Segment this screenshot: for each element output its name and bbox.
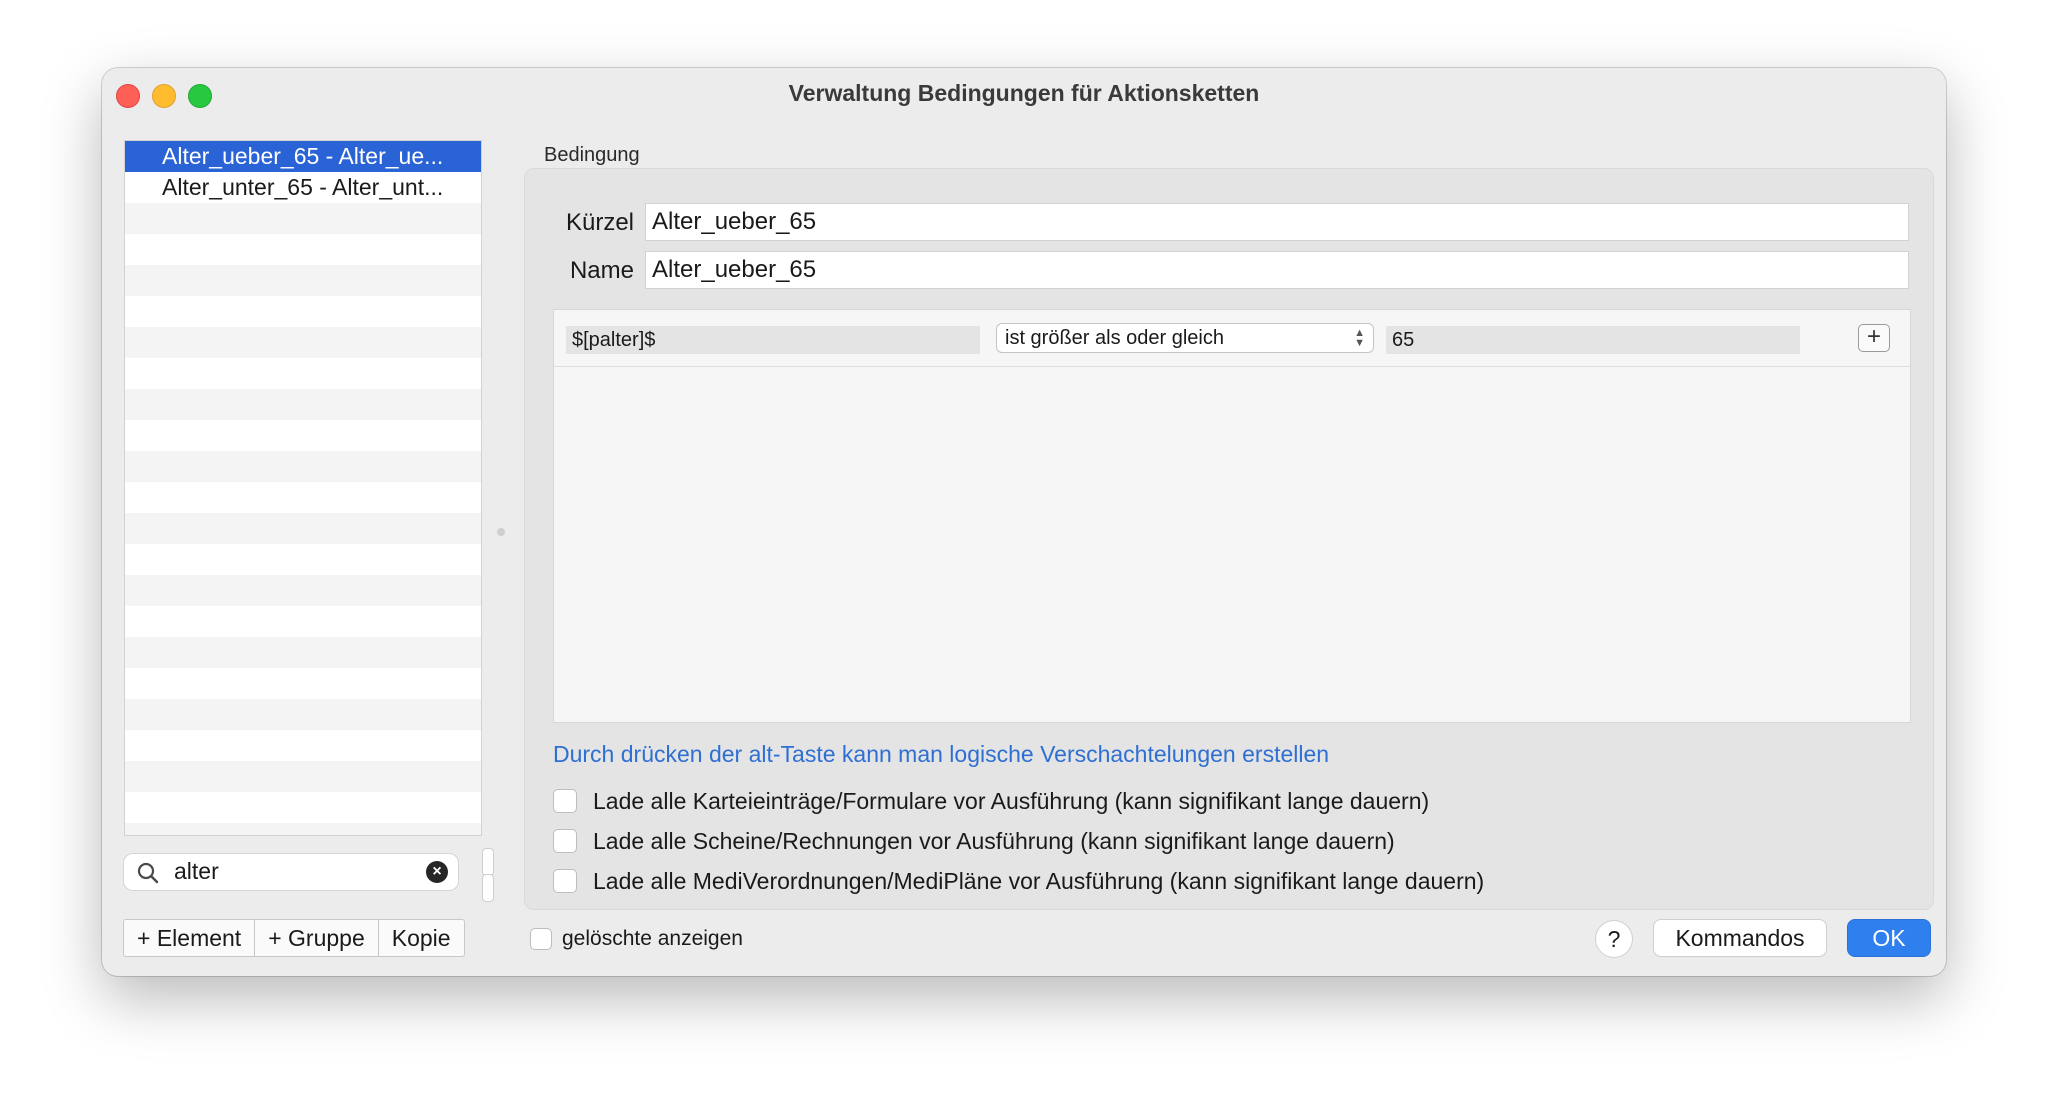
show-deleted-checkbox[interactable]	[530, 928, 552, 950]
empty-row	[125, 699, 481, 730]
checkbox[interactable]	[553, 869, 577, 893]
empty-row	[125, 575, 481, 606]
list-item[interactable]: Alter_ueber_65 - Alter_ue...	[125, 141, 481, 172]
kuerzel-label: Kürzel	[565, 209, 634, 236]
commands-button[interactable]: Kommandos	[1654, 920, 1826, 956]
empty-row	[125, 637, 481, 668]
option-label: Lade alle Karteieinträge/Formulare vor A…	[593, 788, 1430, 814]
operator-select[interactable]: ist größer als oder gleich ▲ ▼	[996, 323, 1374, 353]
group-label: Bedingung	[544, 144, 640, 166]
window-title: Verwaltung Bedingungen für Aktionsketten	[788, 80, 1260, 106]
empty-row	[125, 327, 481, 358]
list-item[interactable]: Alter_unter_65 - Alter_unt...	[125, 172, 481, 203]
operator-select-value: ist größer als oder gleich	[1005, 327, 1224, 349]
empty-row	[125, 420, 481, 451]
kuerzel-field[interactable]: Alter_ueber_65	[645, 203, 1909, 241]
updown-chevron-icon: ▲ ▼	[1354, 327, 1365, 349]
hint-text: Durch drücken der alt-Taste kann man log…	[553, 741, 1330, 767]
empty-row	[125, 265, 481, 296]
empty-row	[125, 730, 481, 761]
empty-row	[125, 451, 481, 482]
empty-row	[125, 792, 481, 823]
empty-row	[125, 544, 481, 575]
condition-row: $[palter]$ ist größer als oder gleich ▲ ▼…	[554, 310, 1910, 367]
option-label: Lade alle MediVerordnungen/MediPläne vor…	[593, 868, 1485, 894]
value-field[interactable]: 65	[1386, 326, 1800, 354]
scroll-up-button[interactable]	[482, 848, 494, 876]
empty-row	[125, 606, 481, 637]
title-bar: Verwaltung Bedingungen für Aktionsketten	[102, 68, 1946, 118]
empty-row	[125, 513, 481, 544]
name-field[interactable]: Alter_ueber_65	[645, 251, 1909, 289]
name-label: Name	[569, 257, 634, 284]
clear-search-icon[interactable]: ×	[426, 861, 448, 883]
list-action-buttons: + Element + Gruppe Kopie	[124, 920, 464, 956]
empty-row	[125, 668, 481, 699]
add-condition-button[interactable]: +	[1858, 324, 1890, 352]
scroll-down-button[interactable]	[482, 874, 494, 902]
condition-group-box: Kürzel Alter_ueber_65 Name Alter_ueber_6…	[524, 168, 1934, 910]
variable-field[interactable]: $[palter]$	[566, 326, 980, 354]
empty-row	[125, 823, 481, 835]
split-view-handle[interactable]	[497, 528, 505, 536]
condition-editor[interactable]: $[palter]$ ist größer als oder gleich ▲ ▼…	[553, 309, 1911, 723]
empty-row	[125, 234, 481, 265]
condition-list[interactable]: Alter_ueber_65 - Alter_ue... Alter_unter…	[124, 140, 482, 836]
search-field[interactable]: alter ×	[124, 854, 458, 890]
empty-row	[125, 358, 481, 389]
empty-row	[125, 203, 481, 234]
list-item-label: Alter_ueber_65 - Alter_ue...	[162, 143, 444, 169]
empty-row	[125, 296, 481, 327]
ok-button[interactable]: OK	[1848, 920, 1930, 956]
dialog-window: Verwaltung Bedingungen für Aktionsketten…	[102, 68, 1946, 976]
checkbox[interactable]	[553, 789, 577, 813]
search-input[interactable]: alter	[174, 858, 219, 885]
add-group-button[interactable]: + Gruppe	[255, 920, 379, 956]
checkbox[interactable]	[553, 829, 577, 853]
help-button[interactable]: ?	[1596, 921, 1632, 957]
empty-row	[125, 389, 481, 420]
empty-row	[125, 482, 481, 513]
copy-button[interactable]: Kopie	[379, 920, 464, 956]
option-label: Lade alle Scheine/Rechnungen vor Ausführ…	[593, 828, 1395, 854]
add-element-button[interactable]: + Element	[124, 920, 256, 956]
empty-row	[125, 761, 481, 792]
search-icon	[137, 862, 159, 884]
list-item-label: Alter_unter_65 - Alter_unt...	[162, 174, 444, 200]
show-deleted-label: gelöschte anzeigen	[562, 927, 743, 950]
